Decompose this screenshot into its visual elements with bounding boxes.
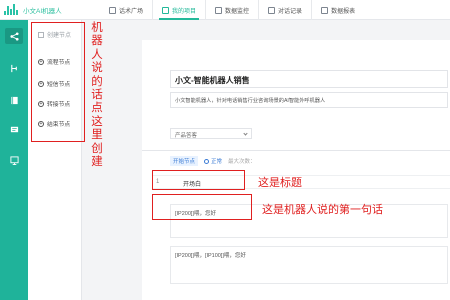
title-highlight-box bbox=[152, 170, 245, 190]
nav-item-monitor[interactable]: 数据监控 bbox=[205, 0, 258, 20]
status-badge: 正常 bbox=[204, 157, 222, 165]
nav-item-label: 话术广场 bbox=[119, 8, 144, 15]
brand[interactable]: 小文AI机器人 bbox=[4, 3, 62, 17]
grid-icon bbox=[109, 6, 116, 14]
first-line-annotation: 这是机器人说的第一句话 bbox=[262, 204, 383, 216]
title-annotation: 这是标题 bbox=[258, 177, 302, 189]
brand-name: 小文AI机器人 bbox=[23, 8, 62, 15]
nav-item-square[interactable]: 话术广场 bbox=[100, 0, 152, 20]
monitor-icon bbox=[215, 6, 223, 14]
category-select-value: 产品答客 bbox=[175, 133, 198, 139]
report-icon bbox=[321, 6, 329, 14]
nav-item-chat-records[interactable]: 对话记录 bbox=[258, 0, 311, 20]
project-info-card: 小文-智能机器人销售 小文智能机器人，针对电话销售行业咨询场景的AI智能外呼机器… bbox=[142, 40, 450, 162]
chart-icon bbox=[9, 155, 19, 165]
project-title-input[interactable]: 小文-智能机器人销售 bbox=[170, 70, 448, 88]
sidebar-card-button[interactable] bbox=[5, 121, 23, 137]
start-node-header: 开始节点 正常 最大次数： bbox=[170, 156, 256, 166]
left-sidebar bbox=[0, 20, 28, 300]
book-icon bbox=[10, 96, 18, 104]
top-bar: 小文AI机器人 话术广场 我的项目 数据监控 对话记录 数据报表 bbox=[0, 0, 450, 20]
max-count-label: 最大次数： bbox=[228, 159, 256, 165]
node-panel-highlight-box bbox=[31, 22, 85, 142]
branch-icon bbox=[10, 64, 17, 72]
chevron-down-icon bbox=[243, 131, 248, 136]
share-icon bbox=[9, 31, 19, 41]
utterance-input-2[interactable]: [IP200]]喂，[IP100]]喂，您好 bbox=[170, 246, 448, 284]
folder-icon bbox=[162, 6, 170, 14]
brand-logo-icon bbox=[4, 4, 20, 16]
app-root: 小文AI机器人 话术广场 我的项目 数据监控 对话记录 数据报表 创建节点 + … bbox=[0, 0, 450, 300]
first-line-highlight-box bbox=[152, 194, 252, 220]
status-label: 正常 bbox=[211, 159, 223, 165]
nav-item-my-projects[interactable]: 我的项目 bbox=[152, 0, 205, 20]
nav-item-label: 我的项目 bbox=[172, 8, 197, 15]
main-canvas: 小文-智能机器人销售 小文智能机器人，针对电话销售行业咨询场景的AI智能外呼机器… bbox=[104, 20, 450, 300]
chat-icon bbox=[268, 6, 276, 14]
status-dot-icon bbox=[204, 158, 210, 164]
main-nav: 话术广场 我的项目 数据监控 对话记录 数据报表 bbox=[100, 0, 364, 20]
nav-item-label: 数据报表 bbox=[331, 8, 356, 15]
start-node-tag: 开始节点 bbox=[170, 156, 199, 166]
sidebar-book-button[interactable] bbox=[5, 92, 23, 108]
vertical-annotation: 机器人说的话点这里创建 bbox=[91, 22, 103, 169]
sidebar-chart-button[interactable] bbox=[5, 152, 23, 168]
project-description-input[interactable]: 小文智能机器人，针对电话销售行业咨询场景的AI智能外呼机器人 bbox=[170, 92, 448, 108]
sidebar-share-button[interactable] bbox=[5, 28, 23, 44]
nav-item-label: 数据监控 bbox=[225, 8, 250, 15]
card-icon bbox=[10, 126, 18, 132]
nav-item-reports[interactable]: 数据报表 bbox=[311, 0, 364, 20]
nav-item-label: 对话记录 bbox=[278, 8, 303, 15]
sidebar-branch-button[interactable] bbox=[5, 60, 23, 76]
category-select[interactable]: 产品答客 bbox=[170, 128, 252, 139]
